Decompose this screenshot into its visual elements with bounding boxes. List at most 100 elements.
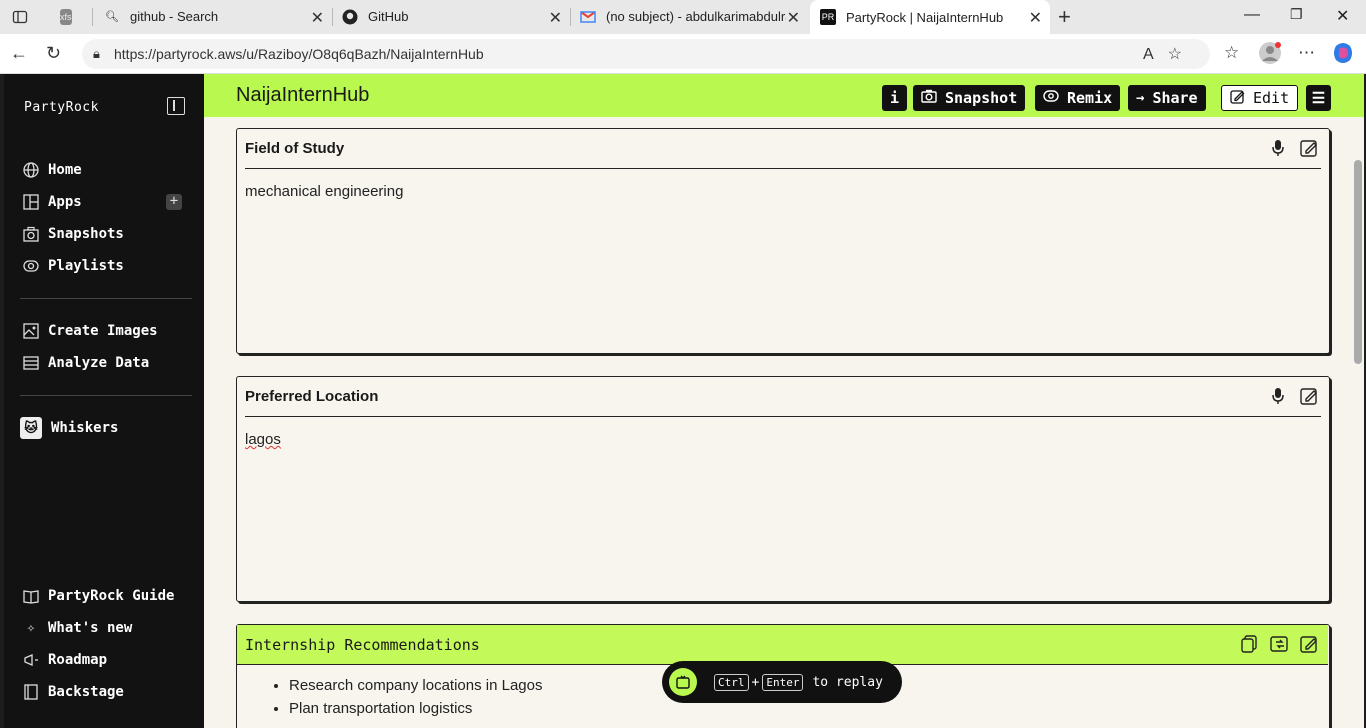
microphone-icon[interactable] bbox=[1271, 387, 1285, 410]
back-icon[interactable]: ← bbox=[10, 43, 28, 64]
read-aloud-icon[interactable]: A bbox=[1143, 46, 1168, 63]
sidebar-item-whats-new[interactable]: ✧ What's new bbox=[22, 619, 133, 637]
favorite-star-icon[interactable]: ☆ bbox=[1168, 46, 1196, 63]
tab-actions-icon[interactable] bbox=[8, 6, 32, 28]
ctrl-key: Ctrl bbox=[714, 673, 749, 691]
regenerate-icon[interactable] bbox=[1270, 635, 1290, 658]
sidebar-item-roadmap[interactable]: Roadmap bbox=[22, 651, 107, 669]
edit-widget-icon[interactable] bbox=[1300, 387, 1318, 410]
sidebar-item-label: Roadmap bbox=[48, 652, 108, 668]
share-button[interactable]: → Share bbox=[1128, 85, 1206, 111]
info-button[interactable]: i bbox=[882, 85, 907, 111]
cat-icon: 🐱︎ bbox=[20, 417, 42, 439]
tab-label: PartyRock | NaijaInternHub bbox=[846, 9, 1004, 25]
brand-logo[interactable]: PartyRock bbox=[24, 100, 99, 115]
url-field[interactable]: 🔒︎ https://partyrock.aws/u/Raziboy/O8q6q… bbox=[82, 39, 1210, 69]
github-icon bbox=[342, 9, 358, 25]
sidebar-item-label: Analyze Data bbox=[48, 355, 150, 371]
partyrock-favicon-icon: PR bbox=[820, 9, 836, 25]
refresh-icon[interactable]: ↻ bbox=[46, 43, 61, 64]
tab-label: (no subject) - abdulkarimabdulraz bbox=[606, 9, 786, 24]
apps-icon bbox=[22, 193, 40, 211]
sidebar-item-label: Home bbox=[48, 162, 82, 178]
table-icon bbox=[22, 354, 40, 372]
favorites-icon[interactable]: ☆ bbox=[1224, 43, 1239, 63]
sidebar-item-snapshots[interactable]: Snapshots bbox=[22, 225, 124, 243]
widget-preferred-location: Preferred Location lagos bbox=[236, 376, 1330, 602]
sidebar-item-label: Backstage bbox=[48, 684, 124, 700]
menu-button[interactable]: ☰ bbox=[1306, 85, 1331, 111]
snapshot-label: Snapshot bbox=[945, 89, 1018, 107]
collapse-sidebar-icon[interactable] bbox=[167, 97, 185, 115]
list-item: Research company locations in Lagos bbox=[289, 677, 542, 694]
plus-sign: + bbox=[751, 674, 760, 690]
sidebar-item-label: Whiskers bbox=[51, 420, 119, 436]
pencil-icon bbox=[1230, 89, 1245, 108]
sidebar-item-apps[interactable]: Apps bbox=[22, 193, 82, 211]
search-icon: 🔍︎ bbox=[105, 11, 119, 23]
camera-icon bbox=[22, 225, 40, 243]
close-icon[interactable]: ✕ bbox=[787, 8, 800, 28]
sidebar-item-backstage[interactable]: Backstage bbox=[22, 683, 124, 701]
restore-icon[interactable]: ❐ bbox=[1290, 6, 1303, 23]
hamburger-icon: ☰ bbox=[1311, 90, 1326, 107]
browser-tab-strip: xfs 🔍︎ github - Search ✕ GitHub ✕ (no su… bbox=[0, 0, 1366, 34]
sidebar-item-label: Snapshots bbox=[48, 226, 124, 242]
scrollbar[interactable] bbox=[1354, 160, 1362, 364]
remix-button[interactable]: Remix bbox=[1035, 85, 1121, 111]
snapshot-button[interactable]: Snapshot bbox=[913, 85, 1026, 111]
sidebar-item-home[interactable]: Home bbox=[22, 161, 82, 179]
sidebar-item-label: Apps bbox=[48, 194, 82, 210]
preferred-location-value[interactable]: lagos bbox=[245, 431, 281, 448]
tab-xfs[interactable]: xfs bbox=[50, 0, 90, 33]
profile-avatar[interactable] bbox=[1258, 41, 1282, 70]
widget-header: Field of Study bbox=[245, 129, 1321, 169]
tab-label: GitHub bbox=[368, 9, 409, 24]
xfs-favicon-icon: xfs bbox=[60, 8, 72, 25]
enter-key: Enter bbox=[762, 673, 804, 691]
camera-icon bbox=[921, 89, 937, 107]
window-close-icon[interactable]: ✕ bbox=[1336, 6, 1349, 26]
tab-gmail[interactable]: (no subject) - abdulkarimabdulraz ✕ bbox=[570, 0, 808, 33]
replay-toast[interactable]: Ctrl + Enter to replay bbox=[662, 661, 902, 703]
sidebar-item-label: Create Images bbox=[48, 323, 158, 339]
sidebar-item-whiskers[interactable]: 🐱︎ Whiskers bbox=[20, 417, 118, 439]
tab-github-search[interactable]: 🔍︎ github - Search ✕ bbox=[94, 0, 332, 33]
app-header: NaijaInternHub i Snapshot Remix → Share bbox=[204, 74, 1364, 117]
megaphone-icon bbox=[22, 651, 40, 669]
copy-icon[interactable] bbox=[1241, 635, 1257, 658]
edit-button[interactable]: Edit bbox=[1221, 85, 1299, 111]
copilot-icon[interactable] bbox=[1332, 42, 1354, 69]
remix-label: Remix bbox=[1067, 89, 1113, 107]
url-text: https://partyrock.aws/u/Raziboy/O8q6qBaz… bbox=[114, 46, 484, 62]
widget-title: Preferred Location bbox=[245, 388, 379, 405]
replay-icon bbox=[669, 668, 697, 696]
sidebar-item-create-images[interactable]: Create Images bbox=[22, 322, 158, 340]
book-icon bbox=[22, 587, 40, 605]
sidebar-item-analyze-data[interactable]: Analyze Data bbox=[22, 354, 149, 372]
close-icon[interactable]: ✕ bbox=[311, 8, 324, 28]
sidebar-item-partyrock-guide[interactable]: PartyRock Guide bbox=[22, 587, 174, 605]
close-icon[interactable]: ✕ bbox=[1029, 8, 1042, 28]
tab-github[interactable]: GitHub ✕ bbox=[332, 0, 570, 33]
add-app-button[interactable]: + bbox=[166, 194, 182, 210]
field-of-study-value[interactable]: mechanical engineering bbox=[245, 183, 403, 200]
main-panel: NaijaInternHub i Snapshot Remix → Share bbox=[204, 74, 1364, 728]
url-actions: A☆ bbox=[1143, 44, 1196, 64]
widget-field-of-study: Field of Study mechanical engineering bbox=[236, 128, 1330, 354]
tab-partyrock[interactable]: PR PartyRock | NaijaInternHub ✕ bbox=[810, 0, 1050, 34]
close-icon[interactable]: ✕ bbox=[549, 8, 562, 28]
minimize-icon[interactable]: — bbox=[1244, 6, 1260, 24]
edit-widget-icon[interactable] bbox=[1300, 139, 1318, 162]
widget-title: Field of Study bbox=[245, 140, 345, 157]
more-icon[interactable]: ⋯ bbox=[1298, 43, 1315, 63]
edit-widget-icon[interactable] bbox=[1300, 635, 1318, 658]
sidebar-item-label: PartyRock Guide bbox=[48, 588, 175, 604]
microphone-icon[interactable] bbox=[1271, 139, 1285, 162]
playlist-icon bbox=[22, 257, 40, 275]
widget-header: Preferred Location bbox=[245, 377, 1321, 417]
share-label: Share bbox=[1152, 89, 1198, 107]
new-tab-icon[interactable]: + bbox=[1058, 4, 1071, 30]
sidebar-item-playlists[interactable]: Playlists bbox=[22, 257, 124, 275]
toast-text: to replay bbox=[812, 674, 883, 690]
